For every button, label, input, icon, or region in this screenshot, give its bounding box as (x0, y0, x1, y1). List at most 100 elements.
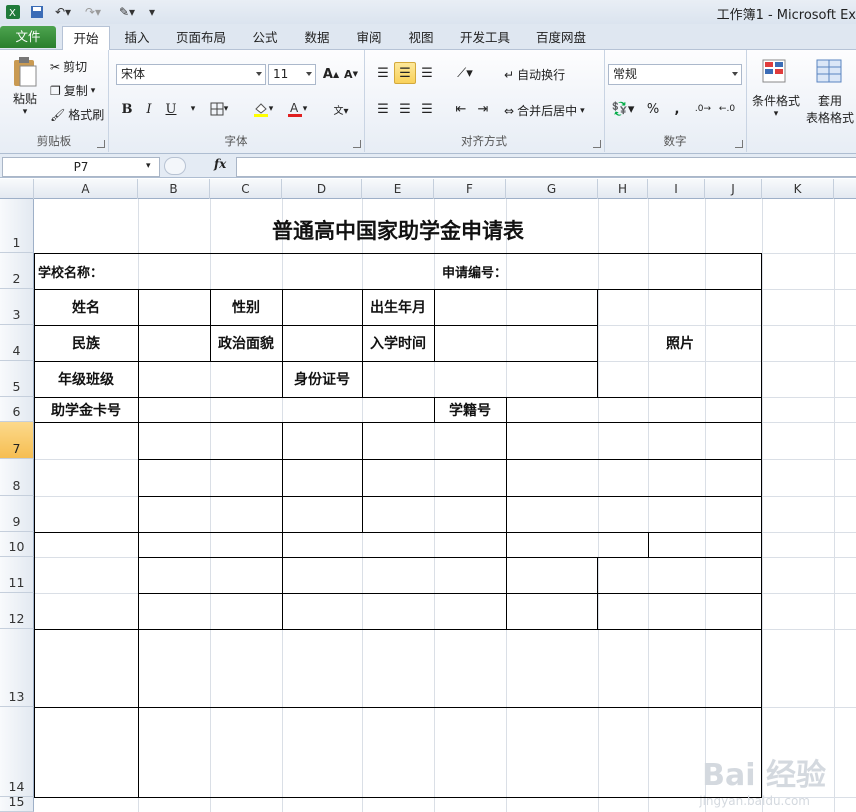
column-header-a[interactable]: A (34, 179, 138, 199)
column-header-c[interactable]: C (210, 179, 282, 199)
row-header-4[interactable]: 4 (0, 325, 34, 361)
political-status-label[interactable]: 政治面貌 (210, 325, 282, 361)
align-center-icon[interactable]: ☰ (394, 98, 416, 120)
tab-page-layout[interactable]: 页面布局 (168, 26, 234, 50)
tab-file[interactable]: 文件 (0, 26, 56, 48)
name-box-dropdown-icon[interactable]: ▾ (146, 161, 151, 171)
merge-center-button[interactable]: ⇔ 合并后居中 ▾ (504, 102, 585, 119)
row-header-9[interactable]: 9 (0, 496, 34, 532)
borders-icon[interactable]: ▾ (204, 98, 234, 120)
row-header-14[interactable]: 14 (0, 707, 34, 797)
save-icon[interactable] (28, 3, 46, 21)
student-id-label[interactable]: 学籍号 (434, 397, 506, 422)
custom-tool-icon[interactable]: ✎▾ (112, 3, 142, 21)
customize-qat-icon[interactable]: ▾ (146, 3, 158, 21)
tab-view[interactable]: 视图 (398, 26, 444, 50)
column-header-e[interactable]: E (362, 179, 434, 199)
grade-class-label[interactable]: 年级班级 (34, 361, 138, 397)
currency-icon[interactable]: 💱▾ (608, 98, 638, 120)
format-as-table-button[interactable]: 套用 表格格式 (806, 56, 854, 126)
column-header-i[interactable]: I (648, 179, 705, 199)
font-launcher-icon[interactable] (353, 140, 361, 148)
column-header-j[interactable]: J (705, 179, 762, 199)
align-top-icon[interactable]: ☰ (372, 62, 394, 84)
copy-button[interactable]: ❐ 复制 ▾ (50, 82, 95, 99)
alignment-launcher-icon[interactable] (593, 140, 601, 148)
row-header-3[interactable]: 3 (0, 289, 34, 325)
column-header-g[interactable]: G (506, 179, 598, 199)
comma-button[interactable]: , (666, 98, 688, 120)
underline-dropdown-icon[interactable]: ▾ (182, 98, 204, 120)
row-header-5[interactable]: 5 (0, 361, 34, 397)
wrap-text-button[interactable]: ↵ 自动换行 (504, 66, 565, 83)
percent-button[interactable]: % (642, 98, 664, 120)
undo-icon[interactable]: ↶▾ (50, 3, 76, 21)
tab-formulas[interactable]: 公式 (242, 26, 288, 50)
align-right-icon[interactable]: ☰ (416, 98, 438, 120)
tab-review[interactable]: 审阅 (346, 26, 392, 50)
align-middle-icon[interactable]: ☰ (394, 62, 416, 84)
font-size-combo[interactable]: 11 (268, 64, 316, 85)
photo-label[interactable]: 照片 (598, 289, 762, 397)
tab-insert[interactable]: 插入 (114, 26, 160, 50)
row-header-1[interactable]: 1 (0, 199, 34, 253)
phonetic-icon[interactable]: 文▾ (326, 98, 356, 120)
row-header-11[interactable]: 11 (0, 557, 34, 593)
column-header-d[interactable]: D (282, 179, 362, 199)
column-header-b[interactable]: B (138, 179, 210, 199)
format-painter-button[interactable]: 🖌 格式刷 (50, 106, 104, 123)
form-title[interactable]: 普通高中国家助学金申请表 (34, 199, 762, 257)
row-header-8[interactable]: 8 (0, 459, 34, 496)
redo-icon[interactable]: ↷▾ (80, 3, 106, 21)
tab-developer[interactable]: 开发工具 (452, 26, 518, 50)
birth-date-label[interactable]: 出生年月 (362, 289, 434, 325)
ethnicity-label[interactable]: 民族 (34, 325, 138, 361)
increase-decimal-icon[interactable]: .0→ (692, 98, 714, 120)
shrink-font-icon[interactable]: A ▼ (340, 63, 362, 85)
font-color-icon[interactable]: A ▾ (282, 98, 312, 120)
clipboard-launcher-icon[interactable] (97, 140, 105, 148)
paste-button[interactable]: 粘贴 ▾ (10, 56, 40, 117)
row-header-10[interactable]: 10 (0, 532, 34, 557)
column-header-f[interactable]: F (434, 179, 506, 199)
row-header-7[interactable]: 7 (0, 422, 34, 459)
insert-function-icon[interactable]: fx (214, 157, 226, 171)
bold-button[interactable]: B (116, 98, 138, 120)
excel-logo-icon[interactable]: X (4, 3, 22, 21)
number-launcher-icon[interactable] (735, 140, 743, 148)
row-header-12[interactable]: 12 (0, 593, 34, 629)
tab-baidu-pan[interactable]: 百度网盘 (528, 26, 594, 50)
column-header-k[interactable]: K (762, 179, 834, 199)
align-left-icon[interactable]: ☰ (372, 98, 394, 120)
formula-input[interactable] (236, 157, 856, 177)
column-header-h[interactable]: H (598, 179, 648, 199)
decrease-indent-icon[interactable]: ⇤ (450, 98, 472, 120)
enrollment-date-label[interactable]: 入学时间 (362, 325, 434, 361)
tab-data[interactable]: 数据 (294, 26, 340, 50)
select-all-corner[interactable] (0, 179, 34, 199)
decrease-decimal-icon[interactable]: ←.0 (716, 98, 738, 120)
orientation-icon[interactable]: ⟋▾ (450, 62, 480, 84)
conditional-format-button[interactable]: 条件格式 ▾ (752, 56, 800, 119)
name-label[interactable]: 姓名 (34, 289, 138, 325)
school-name-label[interactable]: 学校名称： (34, 254, 238, 289)
id-number-label[interactable]: 身份证号 (282, 361, 362, 397)
font-name-combo[interactable]: 宋体 (116, 64, 266, 85)
formula-cancel-icon[interactable] (164, 157, 186, 175)
row-header-13[interactable]: 13 (0, 629, 34, 707)
tab-home[interactable]: 开始 (62, 26, 110, 52)
row-header-15[interactable]: 15 (0, 794, 34, 812)
row-header-6[interactable]: 6 (0, 397, 34, 422)
align-bottom-icon[interactable]: ☰ (416, 62, 438, 84)
application-number-label[interactable]: 申请编号： (438, 254, 602, 289)
name-box[interactable]: P7 (2, 157, 160, 177)
cut-button[interactable]: ✂ 剪切 (50, 58, 87, 75)
increase-indent-icon[interactable]: ⇥ (472, 98, 494, 120)
row-header-2[interactable]: 2 (0, 253, 34, 289)
underline-button[interactable]: U (160, 98, 182, 120)
grow-font-icon[interactable]: A ▲ (320, 63, 342, 85)
aid-card-number-label[interactable]: 助学金卡号 (34, 397, 138, 422)
italic-button[interactable]: I (138, 98, 160, 120)
gender-label[interactable]: 性别 (210, 289, 282, 325)
number-format-combo[interactable]: 常规 (608, 64, 742, 85)
